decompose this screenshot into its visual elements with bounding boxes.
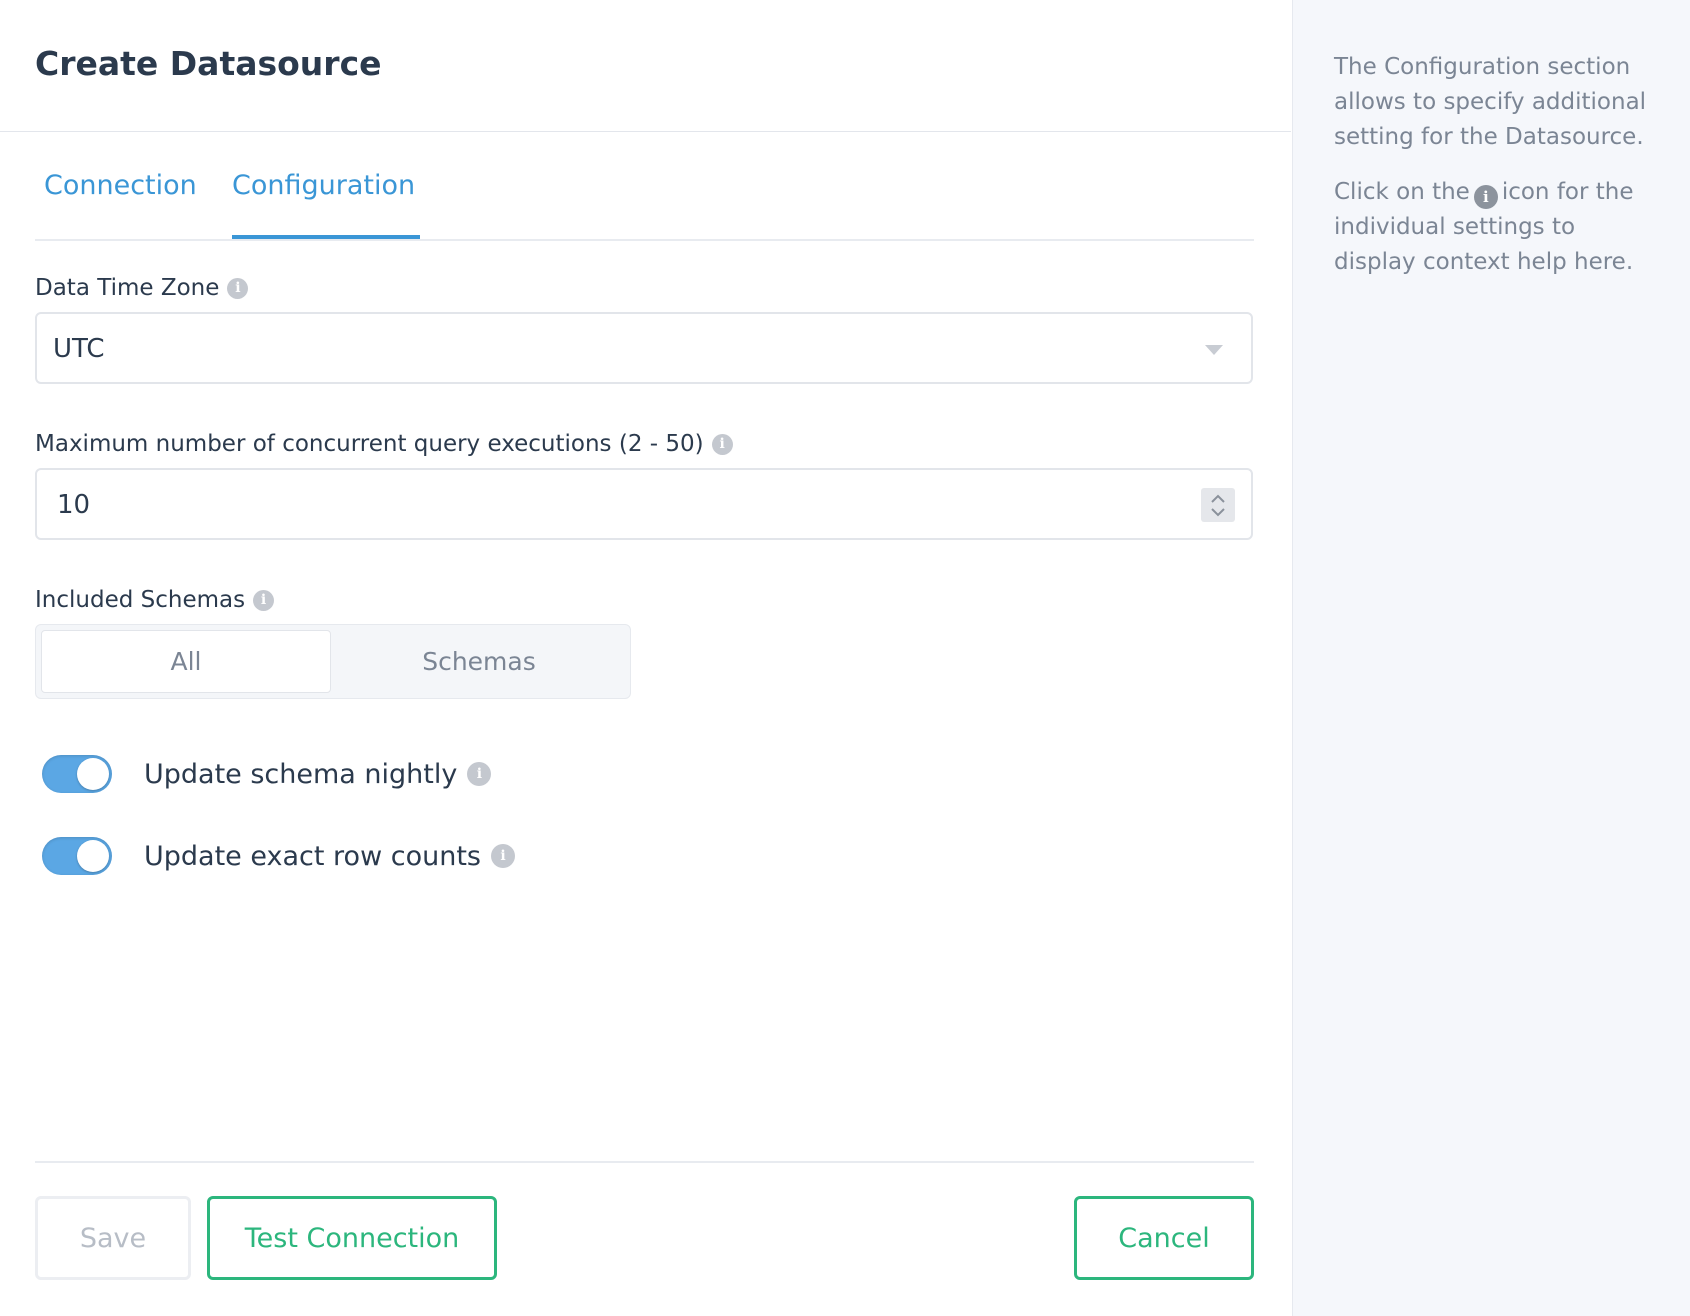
active-tab-indicator bbox=[232, 235, 420, 239]
tab-bar: Connection Configuration bbox=[35, 170, 1254, 241]
toggle-row-schema-nightly: Update schema nightly i bbox=[42, 755, 492, 793]
info-icon[interactable]: i bbox=[467, 762, 492, 786]
included-schemas-label-text: Included Schemas bbox=[35, 587, 246, 613]
included-schemas-label: Included Schemas i bbox=[35, 587, 275, 613]
header-divider bbox=[0, 131, 1291, 132]
stepper-icon[interactable] bbox=[1201, 488, 1235, 522]
footer-divider bbox=[35, 1161, 1254, 1163]
schemas-option-schemas[interactable]: Schemas bbox=[332, 630, 626, 693]
help-text-intro: The Configuration section allows to spec… bbox=[1334, 54, 1647, 150]
test-connection-button[interactable]: Test Connection bbox=[207, 1196, 497, 1280]
schemas-option-all[interactable]: All bbox=[41, 630, 331, 693]
timezone-value: UTC bbox=[53, 334, 105, 364]
max-concurrent-label: Maximum number of concurrent query execu… bbox=[35, 431, 733, 457]
row-counts-label: Update exact row counts bbox=[144, 840, 481, 872]
schemas-segmented-control: All Schemas bbox=[35, 624, 631, 699]
max-concurrent-label-text: Maximum number of concurrent query execu… bbox=[35, 431, 704, 457]
row-counts-toggle[interactable] bbox=[42, 837, 112, 875]
max-concurrent-input[interactable]: 10 bbox=[35, 468, 1253, 540]
timezone-label: Data Time Zone i bbox=[35, 275, 249, 301]
schema-nightly-toggle[interactable] bbox=[42, 755, 112, 793]
page-title: Create Datasource bbox=[35, 44, 382, 83]
help-text-before-icon: Click on the bbox=[1334, 179, 1470, 205]
chevron-down-icon bbox=[1205, 345, 1223, 355]
main-panel: Create Datasource Connection Configurati… bbox=[0, 0, 1291, 1316]
schema-nightly-label: Update schema nightly bbox=[144, 758, 458, 790]
info-icon[interactable]: i bbox=[227, 277, 249, 299]
save-button[interactable]: Save bbox=[35, 1196, 191, 1280]
help-text-instructions: Click on the i icon for the individual set… bbox=[1334, 175, 1654, 280]
timezone-select[interactable]: UTC bbox=[35, 312, 1253, 384]
max-concurrent-value: 10 bbox=[57, 490, 91, 520]
info-icon[interactable]: i bbox=[253, 589, 275, 611]
toggle-knob bbox=[77, 840, 109, 872]
toggle-knob bbox=[77, 758, 109, 790]
timezone-label-text: Data Time Zone bbox=[35, 275, 220, 301]
toggle-row-row-counts: Update exact row counts i bbox=[42, 837, 515, 875]
info-icon[interactable]: i bbox=[711, 433, 733, 455]
tab-connection[interactable]: Connection bbox=[44, 170, 197, 201]
tab-configuration[interactable]: Configuration bbox=[232, 170, 415, 201]
cancel-button[interactable]: Cancel bbox=[1074, 1196, 1254, 1280]
info-icon: i bbox=[1473, 185, 1498, 209]
info-icon[interactable]: i bbox=[490, 844, 515, 868]
